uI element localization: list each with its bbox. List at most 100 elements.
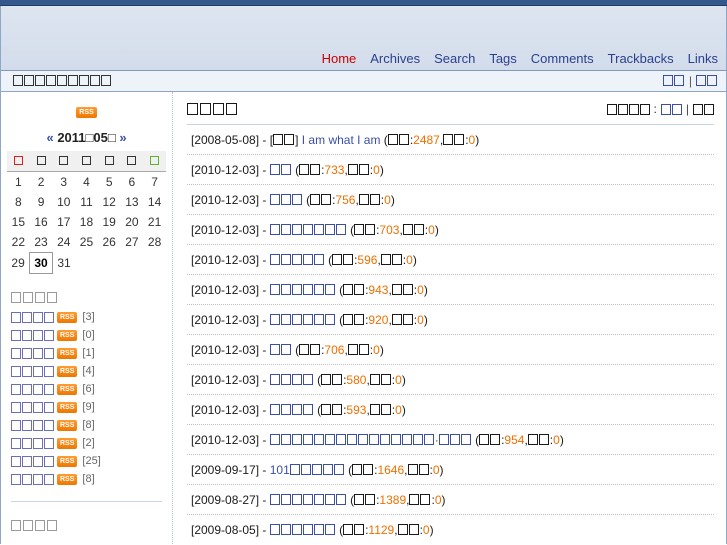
calendar-day[interactable]: 13 — [121, 192, 144, 212]
list-item[interactable]: RSS [25] — [11, 455, 166, 467]
calendar-day[interactable]: 27 — [121, 232, 144, 253]
calendar-day[interactable]: 4 — [75, 172, 98, 193]
post-title-link[interactable] — [269, 253, 325, 267]
calendar-day[interactable]: 22 — [7, 232, 30, 253]
list-item[interactable]: RSS [1] — [11, 347, 166, 359]
list-item[interactable]: RSS [4] — [11, 365, 166, 377]
nav-link-home[interactable]: Home — [322, 51, 357, 66]
calendar-day[interactable]: 19 — [98, 212, 121, 232]
calendar-day[interactable]: 18 — [75, 212, 98, 232]
post-list-item[interactable]: [2010-12-03] - (:580,:0) — [187, 365, 714, 395]
list-item[interactable]: RSS [9] — [11, 401, 166, 413]
calendar-day[interactable]: 7 — [143, 172, 166, 193]
post-list-item[interactable]: [2010-12-03] - (:733,:0) — [187, 155, 714, 185]
rss-icon[interactable]: RSS — [76, 107, 97, 119]
post-title-link[interactable] — [269, 493, 347, 507]
list-item[interactable]: RSS [2] — [11, 437, 166, 449]
calendar-day[interactable]: 21 — [143, 212, 166, 232]
calendar-day[interactable]: 15 — [7, 212, 30, 232]
calendar-prev-button[interactable]: « — [46, 130, 53, 145]
breadcrumb-links[interactable]: | — [662, 74, 718, 88]
rss-icon[interactable]: RSS — [57, 419, 78, 431]
rss-icon[interactable]: RSS — [57, 365, 78, 377]
category-link[interactable] — [11, 401, 54, 413]
calendar-day[interactable]: 10 — [52, 192, 75, 212]
calendar-day[interactable]: 1 — [7, 172, 30, 193]
rss-icon[interactable]: RSS — [57, 401, 78, 413]
calendar-day[interactable]: 16 — [30, 212, 53, 232]
sort-option-other[interactable] — [693, 103, 714, 115]
post-list-item[interactable]: [2010-12-03] - (:943,:0) — [187, 275, 714, 305]
nav-link-tags[interactable]: Tags — [489, 51, 516, 66]
rss-icon[interactable]: RSS — [57, 347, 78, 359]
post-list-item[interactable]: [2008-05-08] - [] I am what I am (:2487,… — [187, 125, 714, 155]
calendar-day[interactable]: 5 — [98, 172, 121, 193]
calendar-day[interactable]: 24 — [52, 232, 75, 253]
post-title-link[interactable] — [269, 523, 336, 537]
category-link[interactable] — [11, 419, 54, 431]
post-title-link[interactable]: 101 — [270, 463, 345, 477]
calendar-day[interactable]: 14 — [143, 192, 166, 212]
sidebar-rss-link[interactable]: RSS — [7, 104, 166, 122]
post-list-item[interactable]: [2010-12-03] - (:706,:0) — [187, 335, 714, 365]
calendar-day[interactable]: 9 — [30, 192, 53, 212]
calendar-day[interactable]: 29 — [7, 253, 30, 274]
post-title-link[interactable] — [269, 283, 336, 297]
list-item[interactable]: RSS [8] — [11, 473, 166, 485]
calendar-day[interactable]: 17 — [52, 212, 75, 232]
post-list-item[interactable]: [2010-12-03] - (:756,:0) — [187, 185, 714, 215]
category-link[interactable] — [11, 473, 54, 485]
post-list-item[interactable]: [2009-09-17] - 101 (:1646,:0) — [187, 455, 714, 485]
list-item[interactable]: RSS [6] — [11, 383, 166, 395]
post-title-link[interactable] — [269, 163, 292, 177]
nav-link-trackbacks[interactable]: Trackbacks — [608, 51, 674, 66]
calendar-day[interactable]: 28 — [143, 232, 166, 253]
nav-link-archives[interactable]: Archives — [370, 51, 420, 66]
post-title-link[interactable] — [269, 313, 336, 327]
rss-icon[interactable]: RSS — [57, 329, 78, 341]
calendar-day[interactable]: 8 — [7, 192, 30, 212]
calendar-day[interactable]: 2 — [30, 172, 53, 193]
calendar-day[interactable]: 6 — [121, 172, 144, 193]
category-link[interactable] — [11, 383, 54, 395]
post-title-link[interactable]: I am what I am — [302, 133, 381, 147]
calendar-day[interactable]: 12 — [98, 192, 121, 212]
calendar-day[interactable]: 26 — [98, 232, 121, 253]
post-list-item[interactable]: [2010-12-03] - (:920,:0) — [187, 305, 714, 335]
post-list-item[interactable]: [2009-08-27] - (:1389,:0) — [187, 485, 714, 515]
rss-icon[interactable]: RSS — [57, 383, 78, 395]
post-list-item[interactable]: [2010-12-03] - (:596,:0) — [187, 245, 714, 275]
rss-icon[interactable]: RSS — [57, 437, 78, 449]
calendar-day[interactable]: 23 — [30, 232, 53, 253]
post-title-link[interactable] — [269, 223, 347, 237]
category-link[interactable] — [11, 329, 54, 341]
category-link[interactable] — [11, 311, 54, 323]
list-item[interactable]: RSS [0] — [11, 329, 166, 341]
nav-link-comments[interactable]: Comments — [531, 51, 594, 66]
post-title-link[interactable] — [269, 403, 314, 417]
category-link[interactable] — [11, 347, 54, 359]
main-navigation[interactable]: Home Archives Search Tags Comments Trackbacks… — [322, 51, 718, 66]
list-item[interactable]: RSS [3] — [11, 311, 166, 323]
post-list-item[interactable]: [2009-08-05] - (:1129,:0) — [187, 515, 714, 544]
post-list-item[interactable]: [2010-12-03] - (:703,:0) — [187, 215, 714, 245]
post-title-link[interactable] — [269, 373, 314, 387]
calendar-day[interactable]: 3 — [52, 172, 75, 193]
calendar-day[interactable]: 25 — [75, 232, 98, 253]
calendar-next-button[interactable]: » — [119, 130, 126, 145]
rss-icon[interactable]: RSS — [57, 311, 78, 323]
nav-link-links[interactable]: Links — [688, 51, 718, 66]
rss-icon[interactable]: RSS — [57, 455, 78, 467]
post-title-link[interactable] — [269, 343, 292, 357]
calendar-day[interactable]: 31 — [52, 253, 75, 274]
post-title-link[interactable] — [269, 193, 303, 207]
nav-link-search[interactable]: Search — [434, 51, 475, 66]
calendar-day[interactable]: 11 — [75, 192, 98, 212]
sort-option-active[interactable] — [660, 103, 682, 115]
breadcrumb-link-2[interactable] — [696, 74, 718, 88]
post-title-link[interactable]: · — [269, 433, 472, 447]
category-link[interactable] — [11, 365, 54, 377]
calendar-day[interactable]: 30 — [29, 252, 53, 274]
post-list-item[interactable]: [2010-12-03] - · (:954,:0) — [187, 425, 714, 455]
breadcrumb-link-1[interactable] — [662, 74, 685, 88]
